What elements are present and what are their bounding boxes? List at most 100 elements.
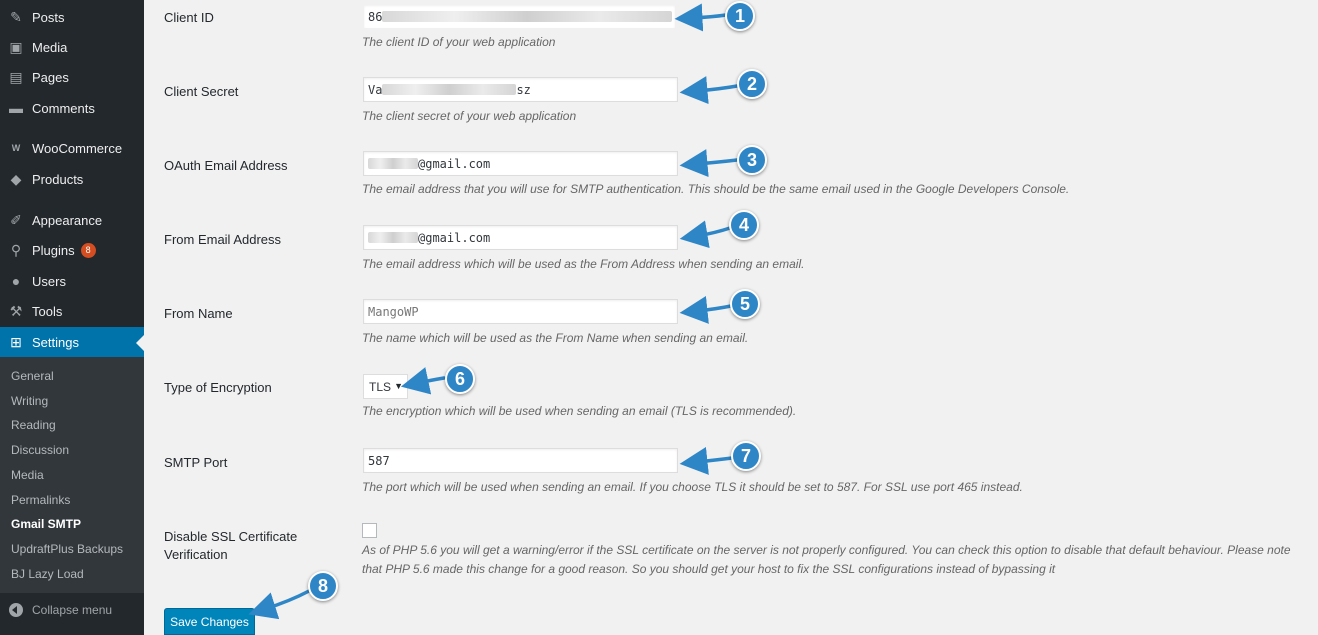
submenu-bj-lazy-load[interactable]: BJ Lazy Load bbox=[11, 567, 84, 581]
submenu-discussion[interactable]: Discussion bbox=[11, 443, 69, 457]
menu-label: Tools bbox=[32, 303, 63, 319]
arrow-6 bbox=[400, 367, 446, 395]
callout-2: 2 bbox=[737, 69, 767, 99]
save-changes-button[interactable]: Save Changes bbox=[164, 608, 255, 635]
from-name-label: From Name bbox=[164, 306, 233, 321]
wrench-icon: ⚒ bbox=[9, 302, 23, 319]
oauth-email-input[interactable]: @gmail.com bbox=[363, 151, 678, 176]
settings-submenu: General Writing Reading Discussion Media… bbox=[0, 357, 144, 593]
active-indicator bbox=[136, 335, 144, 351]
redacted-text bbox=[368, 158, 418, 169]
arrow-4 bbox=[679, 220, 732, 249]
redacted-text bbox=[382, 11, 673, 22]
pages-icon: ▤ bbox=[9, 68, 23, 85]
woo-icon: W bbox=[11, 143, 21, 153]
callout-7: 7 bbox=[731, 441, 761, 471]
disable-ssl-desc-line2: that PHP 5.6 made this change for a good… bbox=[362, 562, 1056, 576]
client-secret-value-start: Va bbox=[368, 82, 383, 97]
pin-icon: ✎ bbox=[10, 8, 22, 25]
from-name-desc: The name which will be used as the From … bbox=[362, 331, 749, 345]
menu-pages[interactable]: ▤ Pages bbox=[0, 62, 144, 92]
from-email-label: From Email Address bbox=[164, 232, 282, 247]
client-id-desc: The client ID of your web application bbox=[362, 35, 556, 49]
menu-label: Plugins bbox=[32, 242, 75, 258]
menu-settings[interactable]: ⊞ Settings bbox=[0, 327, 144, 357]
menu-tools[interactable]: ⚒ Tools bbox=[0, 296, 144, 326]
redacted-text bbox=[382, 84, 517, 95]
arrow-2 bbox=[679, 76, 739, 105]
encryption-desc: The encryption which will be used when s… bbox=[362, 404, 797, 418]
client-secret-label: Client Secret bbox=[164, 84, 239, 99]
media-icon: ▣ bbox=[9, 38, 23, 55]
menu-label: WooCommerce bbox=[32, 140, 123, 156]
admin-sidebar: ✎ Posts ▣ Media ▤ Pages ▬ Comments W Woo… bbox=[0, 0, 144, 635]
update-count-badge: 8 bbox=[80, 242, 96, 258]
menu-media[interactable]: ▣ Media bbox=[0, 32, 144, 62]
encryption-select[interactable]: TLS ▼ bbox=[363, 374, 408, 399]
callout-3: 3 bbox=[737, 145, 767, 175]
arrow-1 bbox=[674, 3, 728, 32]
arrow-5 bbox=[679, 295, 733, 324]
encryption-value: TLS bbox=[369, 379, 392, 394]
menu-plugins[interactable]: ⚲ Plugins 8 bbox=[0, 235, 144, 265]
from-email-value: @gmail.com bbox=[418, 230, 491, 245]
smtp-port-value: 587 bbox=[368, 453, 390, 468]
smtp-port-desc: The port which will be used when sending… bbox=[362, 480, 1023, 494]
client-secret-desc: The client secret of your web applicatio… bbox=[362, 109, 577, 123]
encryption-label: Type of Encryption bbox=[164, 380, 272, 395]
oauth-email-label: OAuth Email Address bbox=[164, 158, 288, 173]
submenu-writing[interactable]: Writing bbox=[11, 394, 48, 408]
settings-icon: ⊞ bbox=[10, 333, 22, 350]
products-icon: ◆ bbox=[10, 170, 22, 187]
menu-posts[interactable]: ✎ Posts bbox=[0, 2, 144, 32]
client-secret-input[interactable]: Va sz bbox=[363, 77, 678, 102]
disable-ssl-label-line1: Disable SSL Certificate bbox=[164, 529, 298, 544]
menu-label: Users bbox=[32, 273, 66, 289]
brush-icon: ✐ bbox=[10, 211, 22, 228]
arrow-3 bbox=[679, 149, 739, 178]
client-id-input[interactable]: 86 bbox=[363, 4, 676, 29]
callout-5: 5 bbox=[730, 289, 760, 319]
comment-icon: ▬ bbox=[9, 100, 23, 116]
submenu-updraftplus[interactable]: UpdraftPlus Backups bbox=[11, 542, 123, 556]
menu-label: Products bbox=[32, 171, 84, 187]
arrow-8 bbox=[248, 589, 311, 620]
collapse-icon bbox=[9, 603, 23, 617]
submenu-permalinks[interactable]: Permalinks bbox=[11, 493, 70, 507]
menu-label: Appearance bbox=[32, 212, 103, 228]
callout-6: 6 bbox=[445, 364, 475, 394]
menu-products[interactable]: ◆ Products bbox=[0, 164, 144, 194]
submenu-gmail-smtp[interactable]: Gmail SMTP bbox=[11, 517, 81, 531]
disable-ssl-desc-line1: As of PHP 5.6 you will get a warning/err… bbox=[362, 543, 1291, 557]
smtp-port-label: SMTP Port bbox=[164, 455, 228, 470]
oauth-email-desc: The email address that you will use for … bbox=[362, 182, 1070, 196]
smtp-port-input[interactable]: 587 bbox=[363, 448, 678, 473]
callout-4: 4 bbox=[729, 210, 759, 240]
menu-comments[interactable]: ▬ Comments bbox=[0, 93, 144, 123]
client-secret-value-end: sz bbox=[516, 82, 531, 97]
disable-ssl-checkbox[interactable] bbox=[362, 523, 377, 538]
from-email-input[interactable]: @gmail.com bbox=[363, 225, 678, 250]
user-icon: ● bbox=[11, 273, 21, 289]
menu-woocommerce[interactable]: W WooCommerce bbox=[0, 133, 144, 163]
collapse-label: Collapse menu bbox=[32, 603, 113, 617]
submenu-media[interactable]: Media bbox=[11, 468, 44, 482]
client-id-label: Client ID bbox=[164, 10, 214, 25]
from-name-value: MangoWP bbox=[368, 304, 419, 319]
from-email-desc: The email address which will be used as … bbox=[362, 257, 805, 271]
disable-ssl-label-line2: Verification bbox=[164, 547, 228, 562]
oauth-email-value: @gmail.com bbox=[418, 156, 491, 171]
collapse-menu-button[interactable]: Collapse menu bbox=[0, 598, 144, 622]
menu-label: Posts bbox=[32, 9, 65, 25]
menu-users[interactable]: ● Users bbox=[0, 266, 144, 296]
arrow-7 bbox=[679, 446, 734, 475]
menu-label: Pages bbox=[32, 69, 69, 85]
menu-label: Settings bbox=[32, 334, 79, 350]
submenu-general[interactable]: General bbox=[11, 369, 54, 383]
submenu-reading[interactable]: Reading bbox=[11, 418, 56, 432]
menu-label: Media bbox=[32, 39, 68, 55]
menu-appearance[interactable]: ✐ Appearance bbox=[0, 205, 144, 235]
menu-label: Comments bbox=[32, 100, 95, 116]
client-id-value: 86 bbox=[368, 9, 383, 24]
from-name-input[interactable]: MangoWP bbox=[363, 299, 678, 324]
